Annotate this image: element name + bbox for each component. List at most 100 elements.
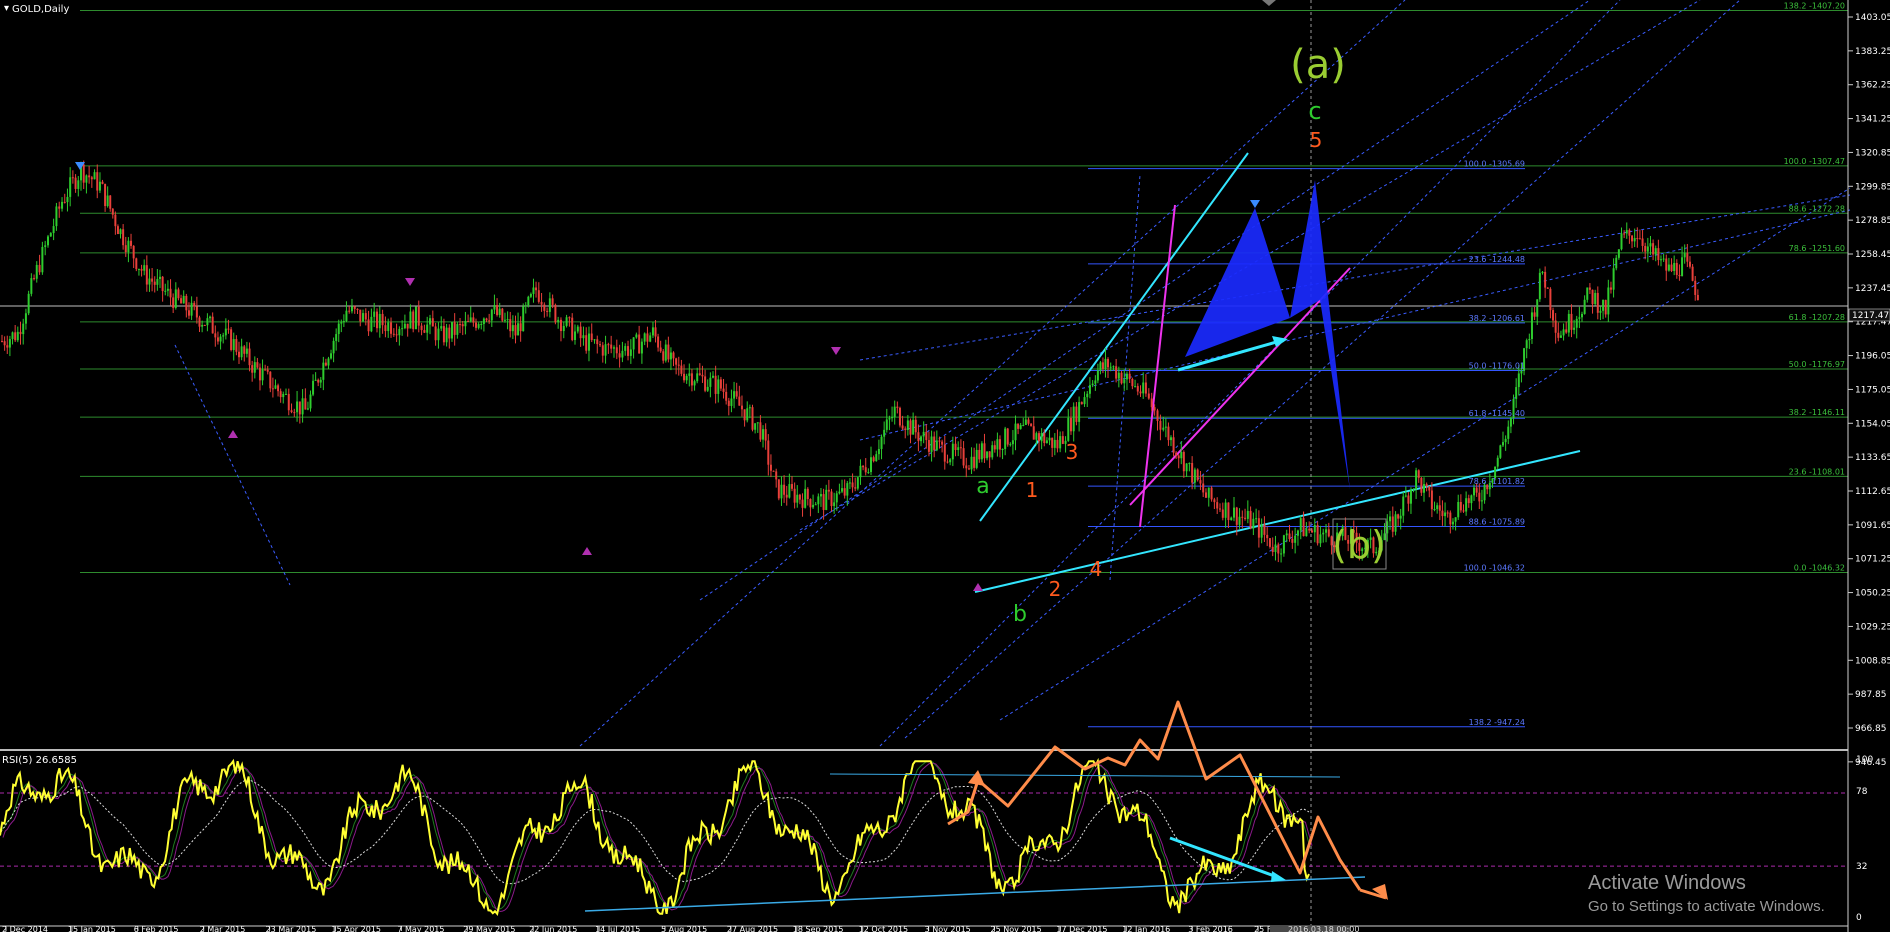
fib-label-right: 38.2 -1146.11	[1789, 408, 1845, 417]
candle-body	[1136, 386, 1139, 392]
candle-body	[1147, 393, 1150, 399]
candle-body	[1591, 289, 1594, 305]
candle-body	[111, 208, 114, 215]
candle-body	[1255, 518, 1258, 520]
candle-body	[604, 344, 607, 356]
candle-body	[607, 344, 610, 346]
price-tick-label: 1008.85	[1855, 656, 1890, 666]
candle-body	[1099, 362, 1102, 371]
candle-body	[1465, 498, 1468, 512]
candle-body	[1652, 243, 1655, 255]
candle-body	[827, 489, 830, 492]
candle-body	[22, 323, 25, 335]
candle-body	[1322, 532, 1325, 535]
candle-body	[319, 379, 322, 383]
gold-daily-chart[interactable]: (a) c 5 a b 1 2 3 4 (b) 100.0 -1305.69 23.6 -1244.…	[0, 0, 1890, 932]
candle-body	[490, 309, 493, 321]
candle-body	[1533, 312, 1536, 317]
candle-body	[1581, 313, 1583, 318]
candle-body	[367, 319, 370, 332]
candle-body	[282, 393, 285, 398]
wave-label-7: 2	[1049, 577, 1062, 601]
candle-body	[978, 449, 981, 460]
candle-body	[1544, 271, 1547, 288]
candle-body	[1048, 437, 1051, 441]
candle-body	[769, 464, 772, 471]
candle-body	[551, 298, 554, 305]
candle-body	[662, 351, 665, 361]
candle-body	[498, 308, 501, 315]
candle-body	[621, 350, 624, 358]
candle-body	[445, 327, 448, 343]
candle-body	[833, 502, 836, 507]
candle-body	[362, 313, 365, 322]
candle-body	[1221, 509, 1224, 518]
candle-body	[1552, 310, 1555, 321]
candle-body	[467, 321, 470, 323]
candle-body	[993, 445, 996, 450]
activate-windows-subtitle[interactable]: Go to Settings to activate Windows.	[1588, 898, 1825, 915]
candle-body	[1204, 492, 1207, 498]
candle-body	[406, 323, 409, 329]
candle-body	[353, 306, 356, 309]
candle-body	[172, 297, 175, 308]
candle-body	[1520, 370, 1523, 374]
candle-body	[1241, 516, 1244, 518]
candle-body	[1274, 544, 1277, 553]
candle-body	[1509, 418, 1512, 427]
candle-body	[143, 265, 146, 271]
candle-body	[1107, 358, 1109, 368]
candle-body	[1040, 433, 1043, 442]
candle-body	[1625, 230, 1628, 234]
candle-body	[203, 324, 206, 326]
candle-body	[1175, 452, 1178, 456]
candle-body	[1207, 487, 1210, 498]
candle-body	[1588, 287, 1591, 290]
time-tick-label: 2 Mar 2015	[200, 925, 246, 932]
candle-body	[1451, 521, 1454, 525]
candle-body	[1504, 438, 1507, 443]
rsi-level-100: 100	[1856, 755, 1873, 765]
candle-body	[35, 264, 38, 279]
time-axis[interactable]: 2 Dec 2014 15 Jan 2015 6 Feb 2015 2 Mar 201…	[2, 925, 1359, 932]
candle-body	[838, 491, 841, 494]
candle-body	[442, 326, 445, 343]
candle-body	[522, 306, 525, 332]
candle-body	[309, 394, 312, 409]
candle-body	[90, 177, 93, 180]
candle-body	[1607, 287, 1610, 315]
candle-body	[327, 358, 330, 366]
candle-body	[1415, 470, 1418, 490]
candle-body	[1123, 379, 1126, 384]
time-tick-label: 29 May 2015	[463, 925, 515, 932]
candle-body	[967, 468, 970, 470]
candle-body	[271, 388, 274, 390]
time-tick-label: 6 Feb 2015	[134, 925, 179, 932]
candle-body	[543, 304, 546, 311]
candle-body	[122, 229, 125, 246]
candle-body	[1623, 233, 1626, 235]
price-tick-label: 1154.05	[1855, 419, 1890, 429]
candle-body	[1583, 299, 1586, 314]
candle-body	[16, 331, 19, 341]
candle-body	[722, 388, 725, 392]
candle-body	[1086, 393, 1089, 398]
candle-body	[565, 317, 568, 326]
candle-body	[322, 362, 325, 380]
candle-body	[475, 322, 477, 328]
candle-body	[1024, 419, 1027, 425]
candle-body	[1032, 426, 1035, 440]
candle-body	[206, 318, 209, 326]
candle-body	[1078, 402, 1081, 422]
candle-body	[1557, 332, 1560, 338]
candle-body	[414, 306, 417, 330]
candle-body	[804, 488, 807, 508]
time-tick-label: 2016.03.18 00:00	[1288, 925, 1359, 932]
candle-body	[1210, 487, 1213, 500]
candle-body	[965, 465, 968, 469]
candle-body	[434, 326, 437, 341]
candle-body	[1227, 502, 1230, 521]
candle-body	[459, 324, 462, 326]
candle-body	[514, 325, 517, 336]
candle-body	[1238, 516, 1241, 525]
